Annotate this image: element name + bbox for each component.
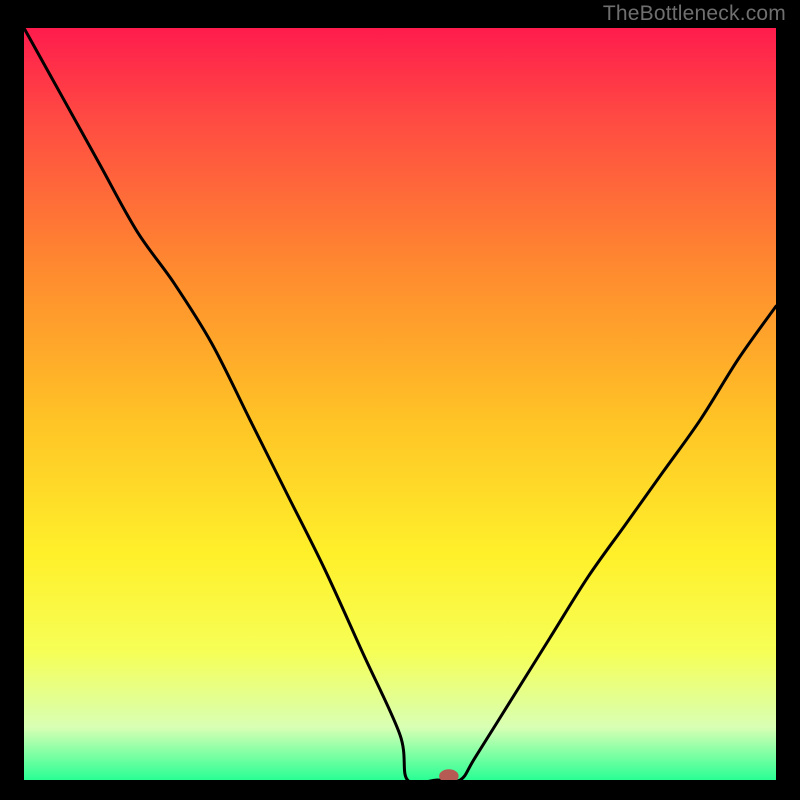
plot-area [24, 28, 776, 780]
bottleneck-chart [24, 28, 776, 780]
chart-frame: TheBottleneck.com [0, 0, 800, 800]
watermark-text: TheBottleneck.com [603, 2, 786, 26]
gradient-background [24, 28, 776, 780]
